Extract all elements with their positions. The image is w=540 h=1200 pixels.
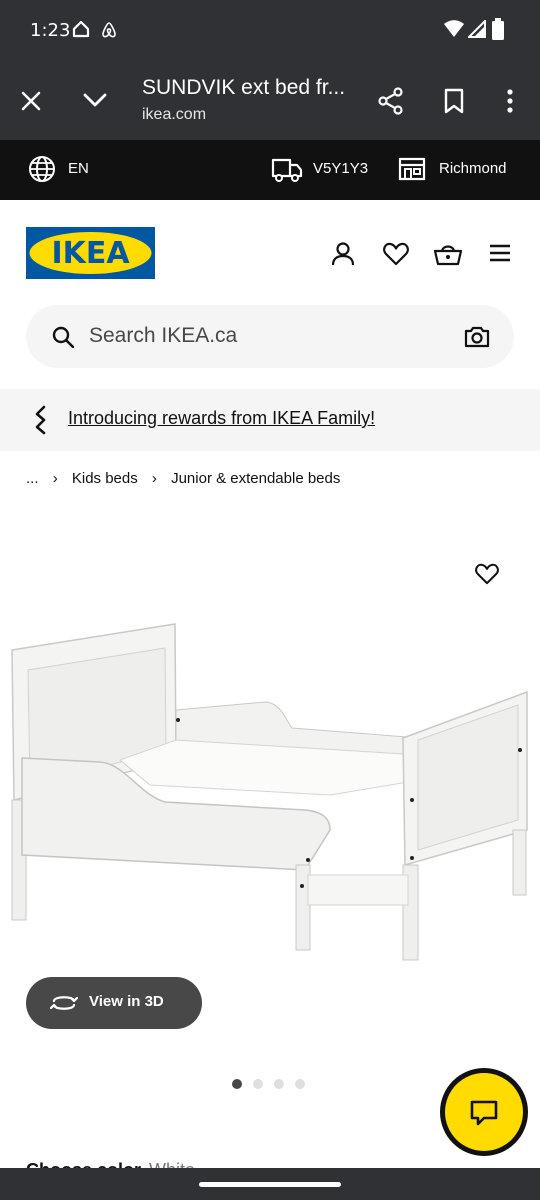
search-icon	[52, 326, 75, 353]
carousel-dot-3[interactable]	[274, 1079, 284, 1089]
breadcrumb: ... › Kids beds › Junior & extendable be…	[26, 470, 340, 487]
airbnb-icon	[99, 20, 119, 45]
search-bar[interactable]: Search IKEA.ca	[26, 305, 514, 368]
store-name[interactable]: Richmond	[439, 160, 507, 177]
home-icon	[72, 20, 90, 43]
ikea-logo[interactable]: IKEA	[26, 227, 155, 279]
signal-icon	[466, 18, 486, 43]
browser-toolbar: SUNDVIK ext bed fr... ikea.com	[0, 62, 540, 140]
wifi-icon	[443, 20, 465, 43]
chat-icon	[470, 1099, 498, 1132]
carousel-dot-1[interactable]	[232, 1079, 242, 1089]
system-nav-bar	[0, 1168, 540, 1200]
more-vert-icon[interactable]	[503, 88, 517, 119]
status-time: 1:23	[30, 20, 71, 41]
menu-icon[interactable]	[489, 244, 511, 267]
chat-button-inner	[445, 1073, 523, 1151]
top-info-strip: EN V5Y1Y3 Richmond	[0, 140, 540, 200]
rotate-3d-icon	[49, 992, 79, 1019]
account-icon[interactable]	[331, 241, 355, 272]
heart-icon[interactable]	[383, 242, 409, 271]
cart-icon[interactable]	[433, 242, 463, 271]
page-title: SUNDVIK ext bed fr...	[142, 76, 346, 99]
promo-banner: Introducing rewards from IKEA Family!	[0, 389, 540, 451]
battery-icon	[492, 18, 504, 45]
family-swirl-icon	[30, 405, 52, 440]
logo-text: IKEA	[51, 236, 130, 271]
chat-button[interactable]	[440, 1068, 528, 1156]
close-icon[interactable]	[20, 90, 42, 117]
promo-link[interactable]: Introducing rewards from IKEA Family!	[68, 408, 375, 429]
store-icon[interactable]	[398, 157, 426, 185]
view-in-3d-label: View in 3D	[89, 993, 164, 1010]
product-image[interactable]	[0, 610, 540, 970]
breadcrumb-junior-beds[interactable]: Junior & extendable beds	[171, 470, 340, 487]
delivery-truck-icon[interactable]	[271, 157, 303, 187]
breadcrumb-kids-beds[interactable]: Kids beds	[72, 470, 138, 487]
breadcrumb-ellipsis[interactable]: ...	[26, 470, 39, 487]
carousel-dot-2[interactable]	[253, 1079, 263, 1089]
globe-icon[interactable]	[28, 155, 56, 187]
view-in-3d-button[interactable]: View in 3D	[26, 977, 202, 1029]
chevron-down-icon[interactable]	[82, 91, 108, 114]
language-selector[interactable]: EN	[68, 160, 89, 177]
postal-code[interactable]: V5Y1Y3	[313, 160, 368, 177]
screen: 1:23 SUNDVIK ext bed fr... ikea.com EN V…	[0, 0, 540, 1200]
camera-search-icon[interactable]	[464, 325, 490, 354]
bookmark-icon[interactable]	[443, 88, 465, 119]
home-gesture-handle[interactable]	[199, 1182, 341, 1187]
chevron-right-icon: ›	[52, 470, 58, 487]
status-bar: 1:23	[0, 0, 540, 62]
site-header: IKEA	[0, 200, 540, 305]
favorite-icon[interactable]	[475, 563, 499, 590]
chevron-right-icon: ›	[151, 470, 157, 487]
page-url: ikea.com	[142, 106, 207, 123]
share-icon[interactable]	[377, 87, 405, 120]
carousel-dot-4[interactable]	[295, 1079, 305, 1089]
search-input[interactable]: Search IKEA.ca	[89, 324, 237, 348]
